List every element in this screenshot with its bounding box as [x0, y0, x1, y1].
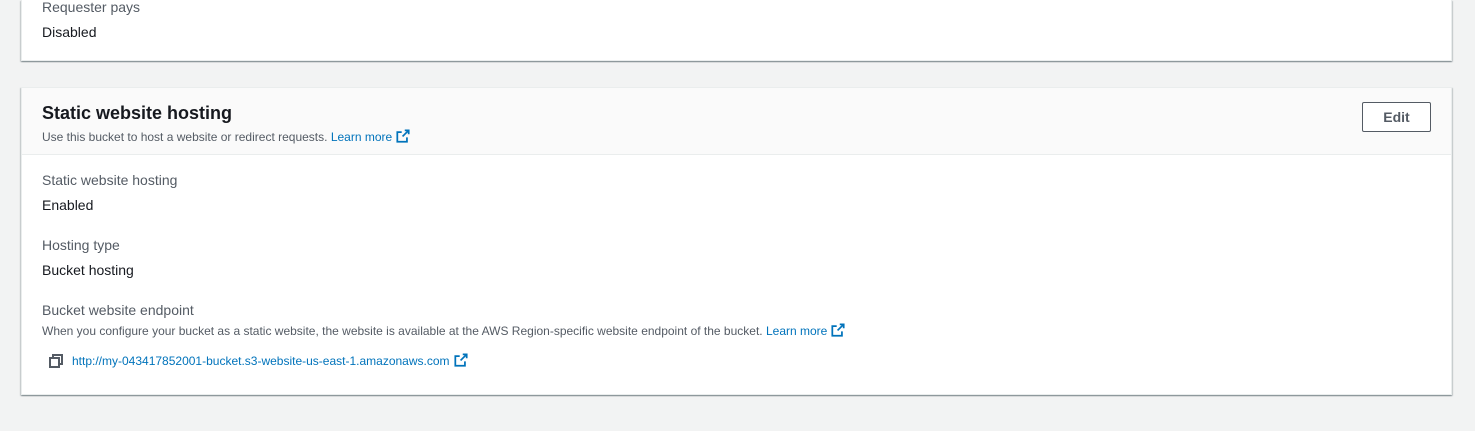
- requester-pays-value: Disabled: [42, 24, 97, 40]
- endpoint-description-text: When you configure your bucket as a stat…: [42, 324, 763, 338]
- external-link-icon: [396, 129, 410, 143]
- edit-button[interactable]: Edit: [1362, 102, 1431, 132]
- endpoint-url-link[interactable]: http://my-043417852001-bucket.s3-website…: [72, 353, 468, 369]
- learn-more-link[interactable]: Learn more: [330, 129, 410, 144]
- learn-more-label: Learn more: [330, 130, 393, 144]
- static-hosting-label: Static website hosting: [42, 172, 178, 188]
- hosting-type-value: Bucket hosting: [42, 262, 134, 278]
- endpoint-url-text: http://my-043417852001-bucket.s3-website…: [72, 354, 450, 368]
- external-link-icon: [453, 353, 468, 367]
- panel-title: Static website hosting: [42, 103, 233, 123]
- endpoint-description: When you configure your bucket as a stat…: [42, 323, 845, 339]
- requester-pays-panel: Requester pays Disabled: [21, 0, 1452, 61]
- panel-description-text: Use this bucket to host a website or red…: [42, 130, 328, 144]
- static-hosting-value: Enabled: [42, 197, 94, 213]
- static-website-hosting-panel: Static website hosting Use this bucket t…: [21, 87, 1452, 395]
- endpoint-learn-more-link[interactable]: Learn more: [765, 323, 845, 338]
- requester-pays-label: Requester pays: [42, 0, 141, 15]
- endpoint-learn-more-label: Learn more: [765, 324, 828, 338]
- copy-icon[interactable]: [48, 353, 64, 369]
- endpoint-url-row: http://my-043417852001-bucket.s3-website…: [48, 353, 468, 369]
- external-link-icon: [831, 323, 845, 337]
- hosting-type-label: Hosting type: [42, 237, 120, 253]
- endpoint-label: Bucket website endpoint: [42, 302, 194, 318]
- panel-header: Static website hosting Use this bucket t…: [22, 88, 1451, 155]
- panel-description: Use this bucket to host a website or red…: [42, 129, 410, 145]
